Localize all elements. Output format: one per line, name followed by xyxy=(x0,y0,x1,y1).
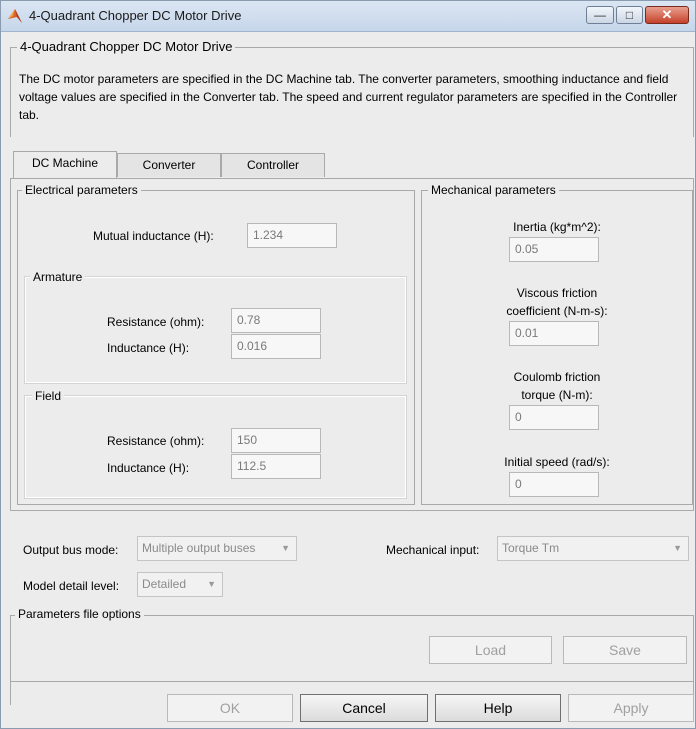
armature-inductance-field[interactable]: 0.016 xyxy=(231,334,321,359)
viscous-friction-label-line1: Viscous friction xyxy=(516,286,598,300)
save-button[interactable]: Save xyxy=(563,636,687,664)
tab-label: DC Machine xyxy=(31,156,99,170)
coulomb-friction-label-line2: torque (N-m): xyxy=(521,388,593,402)
parameters-file-group-title: Parameters file options xyxy=(15,607,144,621)
mechanical-group-title: Mechanical parameters xyxy=(428,183,559,197)
electrical-group-title: Electrical parameters xyxy=(22,183,141,197)
mechanical-input-select[interactable]: Torque Tm ▼ xyxy=(497,536,689,561)
block-group-title: 4-Quadrant Chopper DC Motor Drive xyxy=(17,39,236,54)
tab-label: Converter xyxy=(142,158,196,172)
field-group-title: Field xyxy=(32,389,65,403)
cancel-button[interactable]: Cancel xyxy=(300,694,428,722)
apply-button[interactable]: Apply xyxy=(568,694,694,722)
block-description: The DC motor parameters are specified in… xyxy=(19,72,678,122)
dialog-window: 4-Quadrant Chopper DC Motor Drive — □ ✕ … xyxy=(0,0,696,729)
armature-group xyxy=(25,277,406,383)
output-bus-mode-value: Multiple output buses xyxy=(142,541,256,555)
model-detail-level-label: Model detail level: xyxy=(23,579,120,593)
chevron-down-icon: ▼ xyxy=(281,543,290,553)
inertia-field[interactable]: 0.05 xyxy=(509,237,599,262)
minimize-button[interactable]: — xyxy=(586,6,614,24)
chevron-down-icon: ▼ xyxy=(673,543,682,553)
model-detail-level-select[interactable]: Detailed ▼ xyxy=(137,572,223,597)
matlab-logo-icon xyxy=(8,9,22,23)
viscous-friction-field[interactable]: 0.01 xyxy=(509,321,599,346)
minimize-icon: — xyxy=(594,8,606,22)
armature-resistance-field[interactable]: 0.78 xyxy=(231,308,321,333)
field-group xyxy=(25,396,406,498)
title-bar[interactable]: 4-Quadrant Chopper DC Motor Drive — □ ✕ xyxy=(1,1,695,32)
tab-controller[interactable]: Controller xyxy=(221,153,325,177)
field-inductance-field[interactable]: 112.5 xyxy=(231,454,321,479)
armature-resistance-label: Resistance (ohm): xyxy=(107,315,205,329)
output-bus-mode-select[interactable]: Multiple output buses ▼ xyxy=(137,536,297,561)
window-title: 4-Quadrant Chopper DC Motor Drive xyxy=(29,8,242,23)
help-button[interactable]: Help xyxy=(435,694,561,722)
field-resistance-field[interactable]: 150 xyxy=(231,428,321,453)
mechanical-input-value: Torque Tm xyxy=(502,541,560,555)
coulomb-friction-field[interactable]: 0 xyxy=(509,405,599,430)
field-resistance-label: Resistance (ohm): xyxy=(107,434,205,448)
footer-divider xyxy=(10,681,694,682)
coulomb-friction-label-line1: Coulomb friction xyxy=(513,370,601,384)
load-button[interactable]: Load xyxy=(429,636,552,664)
tab-label: Controller xyxy=(246,158,300,172)
close-button[interactable]: ✕ xyxy=(645,6,689,24)
initial-speed-label: Initial speed (rad/s): xyxy=(504,455,610,469)
output-bus-mode-label: Output bus mode: xyxy=(23,543,119,557)
tab-converter[interactable]: Converter xyxy=(117,153,221,177)
chevron-down-icon: ▼ xyxy=(207,579,216,589)
initial-speed-field[interactable]: 0 xyxy=(509,472,599,497)
tab-dc-machine[interactable]: DC Machine xyxy=(13,151,117,178)
field-inductance-label: Inductance (H): xyxy=(107,461,190,475)
maximize-icon: □ xyxy=(625,8,634,22)
mutual-inductance-field[interactable]: 1.234 xyxy=(247,223,337,248)
mechanical-input-label: Mechanical input: xyxy=(386,543,480,557)
model-detail-level-value: Detailed xyxy=(142,577,187,591)
mutual-inductance-label: Mutual inductance (H): xyxy=(93,229,214,243)
maximize-button[interactable]: □ xyxy=(616,6,643,24)
close-icon: ✕ xyxy=(661,7,673,22)
ok-button[interactable]: OK xyxy=(167,694,293,722)
armature-inductance-label: Inductance (H): xyxy=(107,341,190,355)
viscous-friction-label-line2: coefficient (N-m-s): xyxy=(506,304,608,318)
armature-group-title: Armature xyxy=(30,270,86,284)
inertia-label: Inertia (kg*m^2): xyxy=(513,220,601,234)
